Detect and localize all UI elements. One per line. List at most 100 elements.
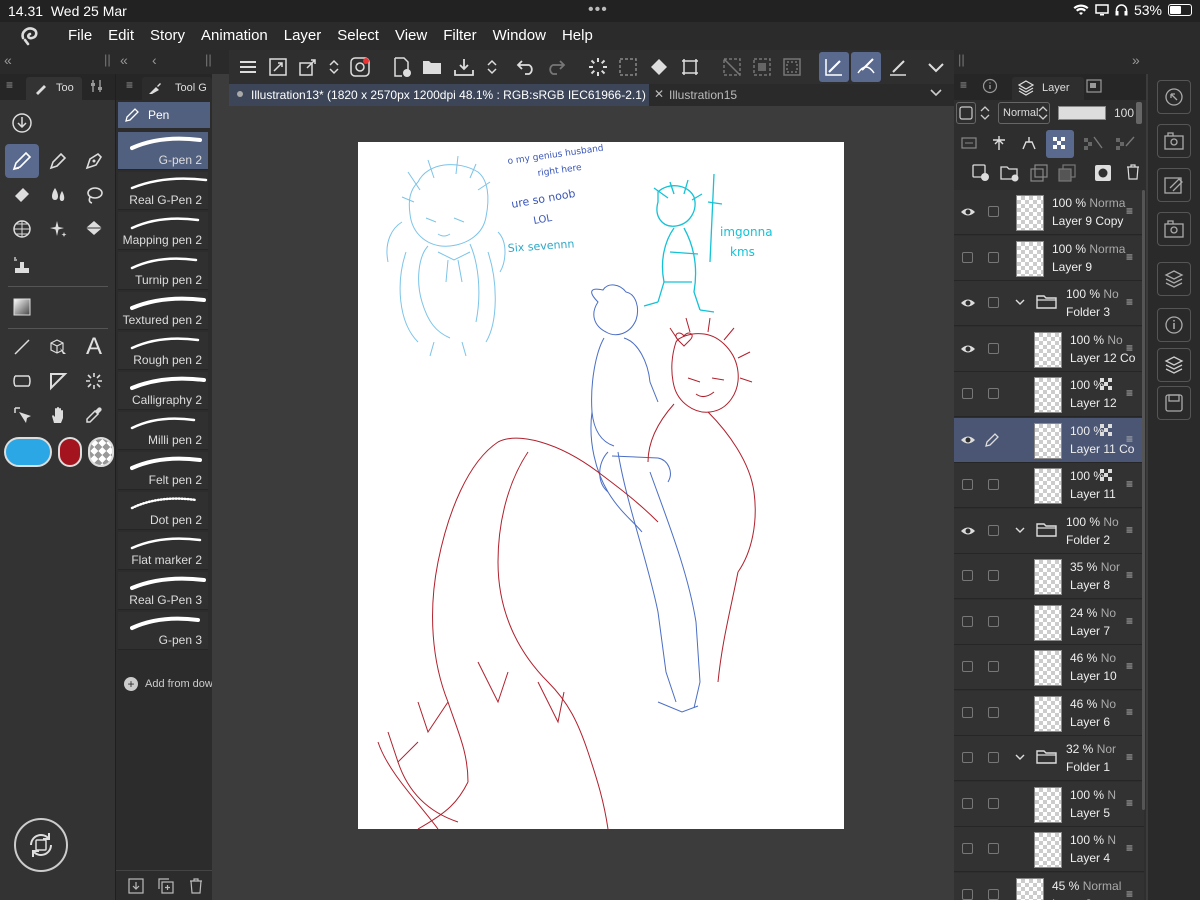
hidden-checkbox[interactable]	[962, 251, 973, 263]
stepper-icon-2[interactable]	[479, 54, 505, 80]
panel-menu-icon-3[interactable]: ≡	[960, 78, 967, 92]
hidden-checkbox[interactable]	[962, 843, 973, 854]
special-ruler-snap-icon[interactable]	[851, 52, 881, 82]
brush-item[interactable]: Milli pen 2	[118, 412, 208, 450]
brush-item[interactable]: Textured pen 2	[118, 292, 208, 330]
lasso-tool-icon[interactable]	[77, 178, 111, 212]
hidden-checkbox[interactable]	[962, 752, 973, 763]
hidden-checkbox[interactable]	[962, 661, 973, 672]
menu-help[interactable]: Help	[554, 22, 601, 50]
main-color-swatch[interactable]	[4, 437, 52, 467]
layer-list-scrollbar[interactable]	[1142, 190, 1145, 810]
download-tool-icon[interactable]	[5, 106, 39, 140]
duplicate-icon[interactable]	[158, 878, 174, 894]
opacity-value[interactable]: 100	[1114, 106, 1134, 120]
menu-select[interactable]: Select	[329, 22, 387, 50]
eye-icon[interactable]	[960, 523, 976, 539]
hidden-checkbox[interactable]	[962, 570, 973, 581]
companion-icon[interactable]	[347, 54, 373, 80]
layer-select-checkbox[interactable]	[988, 843, 999, 854]
layer-select-checkbox[interactable]	[988, 297, 999, 308]
opacity-handle[interactable]	[1136, 102, 1142, 124]
layer-menu-icon[interactable]: ≡	[1126, 796, 1136, 810]
canvas-paper[interactable]: o my genius husband right here ure so no…	[358, 142, 844, 829]
redo-icon[interactable]	[543, 54, 569, 80]
close-tab-icon[interactable]: ✕	[654, 87, 664, 101]
layer-row[interactable]: 100 % N Layer 4 ≡	[954, 827, 1144, 872]
layer-row[interactable]: 24 % No Layer 7 ≡	[954, 599, 1144, 645]
layer-menu-icon[interactable]: ≡	[1126, 614, 1136, 628]
storage-dock-icon[interactable]	[1157, 386, 1191, 420]
chevron-down-icon[interactable]	[1014, 525, 1026, 535]
menu-filter[interactable]: Filter	[435, 22, 484, 50]
save-icon[interactable]	[451, 54, 477, 80]
multitasking-dots[interactable]: •••	[588, 1, 608, 19]
menu-file[interactable]: File	[60, 22, 100, 50]
auto-select-tool-icon[interactable]	[77, 364, 111, 398]
layer-row[interactable]: 46 % No Layer 10 ≡	[954, 645, 1144, 690]
tab-sub-tool[interactable]: Tool G	[142, 77, 212, 100]
layer-menu-icon[interactable]: ≡	[1126, 295, 1136, 309]
stamp-tool-icon[interactable]	[5, 248, 39, 282]
trash-icon[interactable]	[189, 878, 203, 894]
layer-menu-icon[interactable]: ≡	[1126, 386, 1136, 400]
brush-item[interactable]: Turnip pen 2	[118, 252, 208, 290]
layer-select-checkbox[interactable]	[988, 524, 999, 536]
chevron-down-icon-2[interactable]	[929, 86, 943, 100]
layer-select-checkbox[interactable]	[988, 251, 999, 263]
menu-window[interactable]: Window	[485, 22, 554, 50]
clipping-icon[interactable]	[960, 134, 978, 152]
menu-layer[interactable]: Layer	[276, 22, 330, 50]
vector-pen-tool-icon[interactable]	[77, 144, 111, 178]
layer-row[interactable]: 46 % No Layer 6 ≡	[954, 690, 1144, 736]
collapse-left-icon[interactable]: «	[4, 52, 12, 68]
stepper-icon[interactable]	[321, 54, 347, 80]
lock-layer-icon[interactable]	[1114, 134, 1136, 152]
panel-menu-icon-2[interactable]: ≡	[126, 78, 133, 92]
layer-row[interactable]: 100 % No Layer 12 Co ≡	[954, 326, 1144, 372]
combine-layers-icon[interactable]	[1058, 164, 1076, 182]
layer-select-checkbox[interactable]	[988, 206, 999, 217]
layer-menu-icon[interactable]: ≡	[1126, 341, 1136, 355]
layer-mask-icon[interactable]	[1094, 164, 1112, 182]
hamburger-menu-icon[interactable]	[235, 54, 261, 80]
tab-document-other[interactable]: Illustration15	[669, 88, 737, 102]
layer-select-checkbox[interactable]	[988, 615, 999, 627]
layer-color-icon[interactable]	[956, 102, 976, 124]
panel-grip-icon-3[interactable]: ||	[958, 52, 965, 67]
brush-item[interactable]: G-pen 2	[118, 132, 208, 170]
app-logo-icon[interactable]	[0, 26, 60, 46]
brush-item[interactable]: G-pen 3	[118, 612, 208, 650]
new-raster-layer-icon[interactable]	[972, 164, 990, 182]
layer-select-checkbox[interactable]	[988, 752, 999, 763]
delete-layer-icon[interactable]	[1126, 164, 1140, 180]
layer-menu-icon[interactable]: ≡	[1126, 523, 1136, 537]
draft-layer-icon[interactable]	[1020, 134, 1038, 152]
materials-dock-icon[interactable]	[1157, 262, 1191, 296]
line-tool-icon[interactable]	[5, 330, 39, 364]
invert-selection-icon[interactable]	[749, 54, 775, 80]
eyedropper-tool-icon[interactable]	[77, 398, 111, 432]
layer-row[interactable]: 100 % Layer 11 ≡	[954, 463, 1144, 508]
hidden-checkbox[interactable]	[962, 615, 973, 627]
pen-tool-icon[interactable]	[5, 144, 39, 178]
ruler-snap-icon[interactable]	[819, 52, 849, 82]
menu-edit[interactable]: Edit	[100, 22, 142, 50]
operation-tool-icon[interactable]	[41, 330, 75, 364]
transparent-color-swatch[interactable]	[88, 437, 114, 467]
brush-item[interactable]: Mapping pen 2	[118, 212, 208, 250]
layer-row[interactable]: 45 % Normal Layer 3 ≡	[954, 872, 1144, 900]
stepper-icon-3[interactable]	[980, 103, 990, 123]
brush-item[interactable]: Real G-Pen 3	[118, 572, 208, 610]
hidden-checkbox[interactable]	[962, 706, 973, 718]
brush-item[interactable]: Flat marker 2	[118, 532, 208, 570]
menu-view[interactable]: View	[387, 22, 435, 50]
brush-item[interactable]: Felt pen 2	[118, 452, 208, 490]
info-dock-icon[interactable]	[1157, 308, 1191, 342]
eye-icon[interactable]	[960, 341, 976, 357]
pen-group-header[interactable]: Pen	[118, 102, 210, 128]
brush-item[interactable]: Dot pen 2	[118, 492, 208, 530]
layer-menu-icon[interactable]: ≡	[1126, 204, 1136, 218]
layer-folder-row[interactable]: 100 % No Folder 2 ≡	[954, 508, 1144, 554]
layer-menu-icon[interactable]: ≡	[1126, 750, 1136, 764]
